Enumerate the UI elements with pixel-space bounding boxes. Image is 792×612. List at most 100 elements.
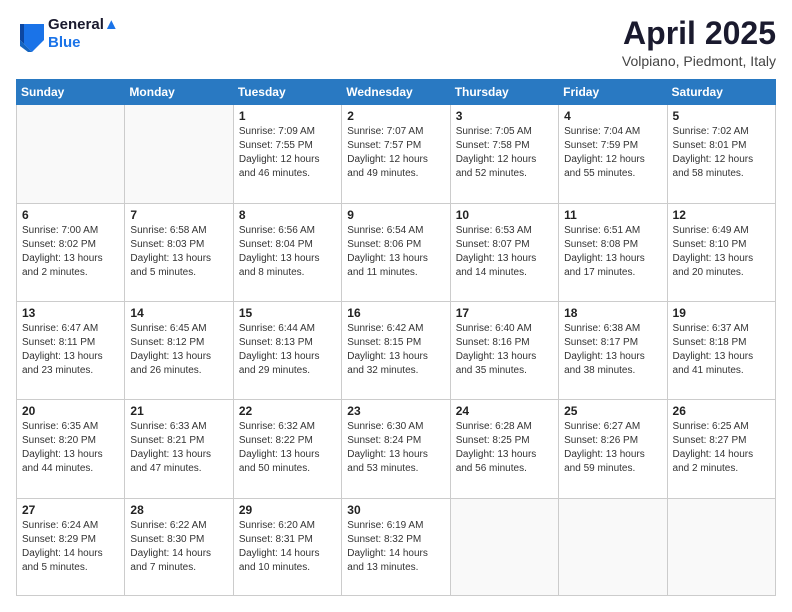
day-info: Sunrise: 7:04 AM Sunset: 7:59 PM Dayligh… (564, 125, 661, 181)
calendar-cell (125, 105, 233, 203)
day-info: Sunrise: 6:19 AM Sunset: 8:32 PM Dayligh… (347, 519, 444, 575)
day-number: 4 (564, 109, 661, 123)
day-info: Sunrise: 6:35 AM Sunset: 8:20 PM Dayligh… (22, 420, 119, 476)
day-info: Sunrise: 6:32 AM Sunset: 8:22 PM Dayligh… (239, 420, 336, 476)
day-info: Sunrise: 6:49 AM Sunset: 8:10 PM Dayligh… (673, 224, 770, 280)
day-header-wednesday: Wednesday (342, 80, 450, 105)
calendar-cell: 11Sunrise: 6:51 AM Sunset: 8:08 PM Dayli… (559, 203, 667, 301)
day-info: Sunrise: 6:58 AM Sunset: 8:03 PM Dayligh… (130, 224, 227, 280)
calendar: SundayMondayTuesdayWednesdayThursdayFrid… (16, 79, 776, 596)
day-info: Sunrise: 6:40 AM Sunset: 8:16 PM Dayligh… (456, 322, 553, 378)
calendar-cell: 12 Sunrise: 6:49 AM Sunset: 8:10 PM Dayli… (667, 203, 775, 301)
day-info: Sunrise: 6:28 AM Sunset: 8:25 PM Dayligh… (456, 420, 553, 476)
calendar-cell: 21Sunrise: 6:33 AM Sunset: 8:21 PM Dayli… (125, 400, 233, 498)
calendar-cell: 1 Sunrise: 7:09 AM Sunset: 7:55 PM Daylig… (233, 105, 341, 203)
day-header-sunday: Sunday (17, 80, 125, 105)
day-number: 9 (347, 208, 444, 222)
calendar-cell: 9 Sunrise: 6:54 AM Sunset: 8:06 PM Daylig… (342, 203, 450, 301)
day-header-thursday: Thursday (450, 80, 558, 105)
calendar-cell: 5Sunrise: 7:02 AM Sunset: 8:01 PM Daylig… (667, 105, 775, 203)
calendar-cell: 16 Sunrise: 6:42 AM Sunset: 8:15 PM Dayli… (342, 301, 450, 399)
month-title: April 2025 (622, 16, 776, 51)
calendar-week-3: 20 Sunrise: 6:35 AM Sunset: 8:20 PM Dayli… (17, 400, 776, 498)
day-number: 12 (673, 208, 770, 222)
day-info: Sunrise: 6:53 AM Sunset: 8:07 PM Dayligh… (456, 224, 553, 280)
calendar-cell: 22 Sunrise: 6:32 AM Sunset: 8:22 PM Dayli… (233, 400, 341, 498)
day-info: Sunrise: 6:44 AM Sunset: 8:13 PM Dayligh… (239, 322, 336, 378)
calendar-cell: 17Sunrise: 6:40 AM Sunset: 8:16 PM Dayli… (450, 301, 558, 399)
day-info: Sunrise: 6:33 AM Sunset: 8:21 PM Dayligh… (130, 420, 227, 476)
day-number: 2 (347, 109, 444, 123)
calendar-cell: 4 Sunrise: 7:04 AM Sunset: 7:59 PM Daylig… (559, 105, 667, 203)
day-info: Sunrise: 6:47 AM Sunset: 8:11 PM Dayligh… (22, 322, 119, 378)
calendar-cell: 19Sunrise: 6:37 AM Sunset: 8:18 PM Dayli… (667, 301, 775, 399)
calendar-cell: 20 Sunrise: 6:35 AM Sunset: 8:20 PM Dayli… (17, 400, 125, 498)
calendar-week-0: 1 Sunrise: 7:09 AM Sunset: 7:55 PM Daylig… (17, 105, 776, 203)
day-info: Sunrise: 7:07 AM Sunset: 7:57 PM Dayligh… (347, 125, 444, 181)
day-number: 18 (564, 306, 661, 320)
calendar-cell (559, 498, 667, 595)
calendar-week-2: 13 Sunrise: 6:47 AM Sunset: 8:11 PM Dayli… (17, 301, 776, 399)
calendar-week-4: 27Sunrise: 6:24 AM Sunset: 8:29 PM Dayli… (17, 498, 776, 595)
day-info: Sunrise: 6:20 AM Sunset: 8:31 PM Dayligh… (239, 519, 336, 575)
location: Volpiano, Piedmont, Italy (622, 53, 776, 69)
calendar-cell: 24 Sunrise: 6:28 AM Sunset: 8:25 PM Dayli… (450, 400, 558, 498)
day-header-monday: Monday (125, 80, 233, 105)
day-number: 23 (347, 404, 444, 418)
calendar-cell (17, 105, 125, 203)
calendar-cell: 8Sunrise: 6:56 AM Sunset: 8:04 PM Daylig… (233, 203, 341, 301)
calendar-cell: 18 Sunrise: 6:38 AM Sunset: 8:17 PM Dayli… (559, 301, 667, 399)
day-info: Sunrise: 7:09 AM Sunset: 7:55 PM Dayligh… (239, 125, 336, 181)
day-info: Sunrise: 7:02 AM Sunset: 8:01 PM Dayligh… (673, 125, 770, 181)
day-number: 10 (456, 208, 553, 222)
day-number: 29 (239, 503, 336, 517)
calendar-cell: 13 Sunrise: 6:47 AM Sunset: 8:11 PM Dayli… (17, 301, 125, 399)
calendar-cell: 7 Sunrise: 6:58 AM Sunset: 8:03 PM Daylig… (125, 203, 233, 301)
day-info: Sunrise: 6:42 AM Sunset: 8:15 PM Dayligh… (347, 322, 444, 378)
day-header-friday: Friday (559, 80, 667, 105)
calendar-cell (667, 498, 775, 595)
calendar-cell: 25 Sunrise: 6:27 AM Sunset: 8:26 PM Dayli… (559, 400, 667, 498)
day-info: Sunrise: 6:22 AM Sunset: 8:30 PM Dayligh… (130, 519, 227, 575)
day-number: 24 (456, 404, 553, 418)
day-info: Sunrise: 7:00 AM Sunset: 8:02 PM Dayligh… (22, 224, 119, 280)
calendar-cell: 23 Sunrise: 6:30 AM Sunset: 8:24 PM Dayli… (342, 400, 450, 498)
day-number: 28 (130, 503, 227, 517)
day-number: 7 (130, 208, 227, 222)
day-number: 13 (22, 306, 119, 320)
day-info: Sunrise: 6:45 AM Sunset: 8:12 PM Dayligh… (130, 322, 227, 378)
logo-text: General▲ Blue (48, 16, 119, 52)
calendar-cell: 29 Sunrise: 6:20 AM Sunset: 8:31 PM Dayli… (233, 498, 341, 595)
calendar-cell: 30 Sunrise: 6:19 AM Sunset: 8:32 PM Dayli… (342, 498, 450, 595)
day-number: 22 (239, 404, 336, 418)
calendar-cell: 28 Sunrise: 6:22 AM Sunset: 8:30 PM Dayli… (125, 498, 233, 595)
day-info: Sunrise: 6:27 AM Sunset: 8:26 PM Dayligh… (564, 420, 661, 476)
day-number: 1 (239, 109, 336, 123)
day-info: Sunrise: 6:30 AM Sunset: 8:24 PM Dayligh… (347, 420, 444, 476)
header: General▲ Blue April 2025 Volpiano, Piedm… (16, 16, 776, 69)
day-number: 30 (347, 503, 444, 517)
day-number: 16 (347, 306, 444, 320)
day-number: 6 (22, 208, 119, 222)
calendar-cell: 3 Sunrise: 7:05 AM Sunset: 7:58 PM Daylig… (450, 105, 558, 203)
day-info: Sunrise: 6:24 AM Sunset: 8:29 PM Dayligh… (22, 519, 119, 575)
calendar-cell: 15 Sunrise: 6:44 AM Sunset: 8:13 PM Dayli… (233, 301, 341, 399)
calendar-cell: 10 Sunrise: 6:53 AM Sunset: 8:07 PM Dayli… (450, 203, 558, 301)
day-info: Sunrise: 6:54 AM Sunset: 8:06 PM Dayligh… (347, 224, 444, 280)
day-info: Sunrise: 6:51 AM Sunset: 8:08 PM Dayligh… (564, 224, 661, 280)
day-number: 25 (564, 404, 661, 418)
day-number: 19 (673, 306, 770, 320)
day-number: 8 (239, 208, 336, 222)
day-number: 15 (239, 306, 336, 320)
day-number: 26 (673, 404, 770, 418)
day-number: 20 (22, 404, 119, 418)
day-info: Sunrise: 6:38 AM Sunset: 8:17 PM Dayligh… (564, 322, 661, 378)
day-number: 3 (456, 109, 553, 123)
calendar-cell: 6 Sunrise: 7:00 AM Sunset: 8:02 PM Daylig… (17, 203, 125, 301)
calendar-cell: 26Sunrise: 6:25 AM Sunset: 8:27 PM Dayli… (667, 400, 775, 498)
logo-icon (16, 20, 44, 48)
calendar-week-1: 6 Sunrise: 7:00 AM Sunset: 8:02 PM Daylig… (17, 203, 776, 301)
day-info: Sunrise: 7:05 AM Sunset: 7:58 PM Dayligh… (456, 125, 553, 181)
day-header-tuesday: Tuesday (233, 80, 341, 105)
title-area: April 2025 Volpiano, Piedmont, Italy (622, 16, 776, 69)
